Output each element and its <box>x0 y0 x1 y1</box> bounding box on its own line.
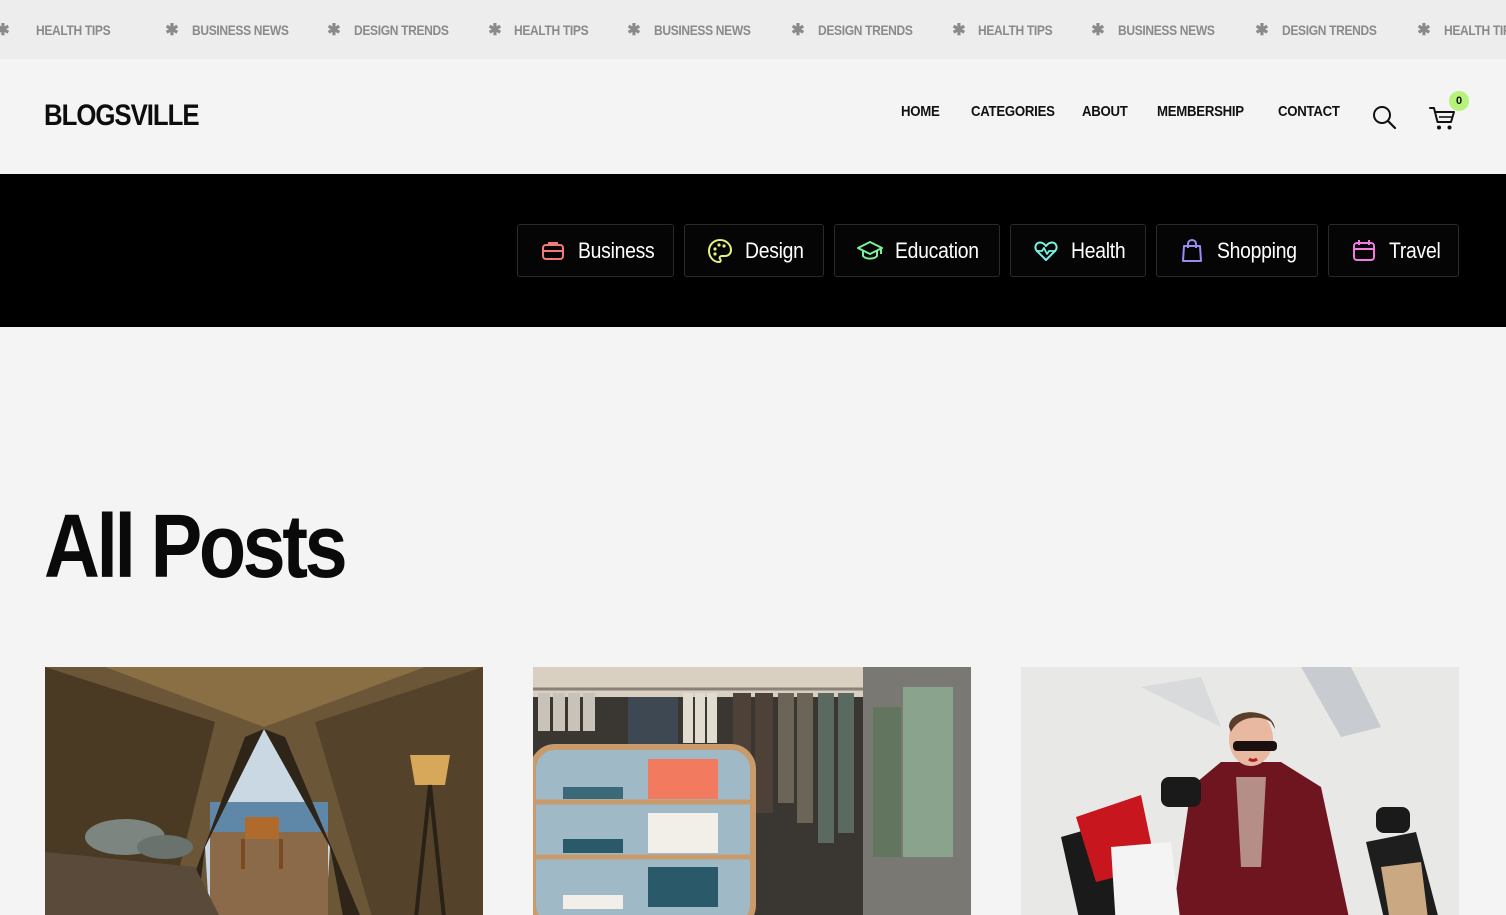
ticker-separator: ✱ <box>952 21 966 39</box>
ticker-item[interactable]: BUSINESS NEWS <box>192 22 297 38</box>
category-education[interactable]: Education <box>834 224 1000 277</box>
ticker-separator: ✱ <box>1091 21 1105 39</box>
nav-categories[interactable]: CATEGORIES <box>971 103 1055 120</box>
ticker-item[interactable]: BUSINESS NEWS <box>654 22 761 38</box>
category-label: Shopping <box>1217 237 1297 263</box>
shopping-bag-icon <box>1182 238 1202 262</box>
ticker-item[interactable]: HEALTH TIPS <box>1444 22 1506 38</box>
category-label: Design <box>745 237 804 263</box>
ticker-separator: ✱ <box>791 21 805 39</box>
nav-membership[interactable]: MEMBERSHIP <box>1157 103 1244 120</box>
search-icon <box>1373 106 1397 130</box>
category-band: Business Design Education Health Shoppin… <box>0 174 1506 327</box>
tent-beach-photo <box>45 667 483 915</box>
briefcase-icon <box>542 241 564 260</box>
calendar-icon <box>1353 239 1375 261</box>
ticker-separator: ✱ <box>327 21 341 39</box>
category-label: Travel <box>1389 237 1441 263</box>
ticker-item[interactable]: DESIGN TRENDS <box>354 22 459 38</box>
palette-icon <box>707 238 733 263</box>
graduation-cap-icon <box>857 240 883 260</box>
ticker-separator: ✱ <box>165 21 179 39</box>
ticker-item[interactable]: DESIGN TRENDS <box>818 22 923 38</box>
site-header: BLOGSVILLE HOME CATEGORIES ABOUT MEMBERS… <box>0 59 1506 174</box>
category-label: Business <box>578 237 655 263</box>
post-card[interactable] <box>533 667 971 915</box>
category-business[interactable]: Business <box>517 224 674 277</box>
category-travel[interactable]: Travel <box>1328 224 1459 277</box>
ticker-item[interactable]: BUSINESS NEWS <box>1118 22 1225 38</box>
category-design[interactable]: Design <box>684 224 824 277</box>
post-card[interactable] <box>45 667 483 915</box>
site-logo[interactable]: BLOGSVILLE <box>44 99 200 133</box>
post-card[interactable] <box>1021 667 1459 915</box>
ticker-separator: ✱ <box>627 21 641 39</box>
nav-contact[interactable]: CONTACT <box>1278 103 1340 120</box>
ticker-item[interactable]: HEALTH TIPS <box>978 22 1064 38</box>
category-shopping[interactable]: Shopping <box>1156 224 1318 277</box>
ticker-separator: ✱ <box>488 21 502 39</box>
ticker-item[interactable]: HEALTH TIPS <box>514 22 600 38</box>
ticker-track: ✱ HEALTH TIPS ✱ BUSINESS NEWS ✱ DESIGN T… <box>0 0 1506 59</box>
clothing-store-photo <box>533 667 971 915</box>
category-label: Education <box>895 237 979 263</box>
news-ticker: ✱ HEALTH TIPS ✱ BUSINESS NEWS ✱ DESIGN T… <box>0 0 1506 59</box>
woman-shopping-bags-photo <box>1021 667 1459 915</box>
cart-count-badge: 0 <box>1449 91 1469 111</box>
nav-about[interactable]: ABOUT <box>1082 103 1128 120</box>
nav-home[interactable]: HOME <box>901 103 940 120</box>
ticker-item[interactable]: HEALTH TIPS <box>36 22 136 38</box>
ticker-separator: ✱ <box>1417 21 1431 39</box>
ticker-separator: ✱ <box>1255 21 1269 39</box>
heart-pulse-icon <box>1034 241 1058 261</box>
search-button[interactable] <box>1370 103 1398 131</box>
category-health[interactable]: Health <box>1010 224 1146 277</box>
category-label: Health <box>1071 237 1126 263</box>
page-title: All Posts <box>44 497 348 597</box>
ticker-separator: ✱ <box>0 21 10 39</box>
ticker-item[interactable]: DESIGN TRENDS <box>1282 22 1387 38</box>
